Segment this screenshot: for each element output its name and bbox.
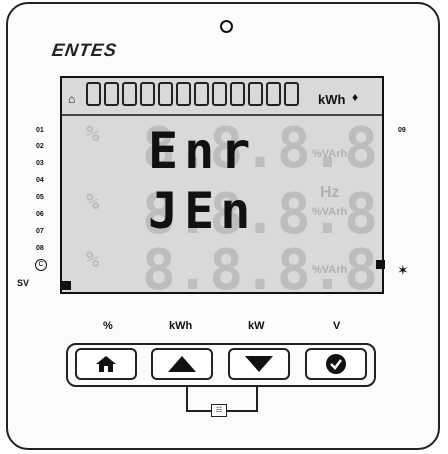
home-indicator-icon: ⌂: [68, 92, 76, 106]
ghost-hz: Hz: [320, 184, 340, 201]
key-label-kwh: kWh: [169, 320, 193, 332]
ghost-percent: %: [86, 122, 100, 147]
segment-cell: [176, 82, 191, 106]
segment-cell: [104, 82, 119, 106]
status-led: [220, 20, 233, 33]
display-line-1: Enr: [148, 122, 257, 180]
segment-cell: [122, 82, 137, 106]
row-label-03: 03: [36, 160, 44, 167]
segment-cell: [194, 82, 209, 106]
fan-icon: ✶: [397, 262, 409, 278]
top-unit-indicator: kWh: [318, 92, 346, 107]
down-button[interactable]: [228, 348, 290, 380]
segment-cell: [212, 82, 227, 106]
c-indicator-icon: C: [35, 259, 47, 271]
right-indicator-square: [376, 260, 385, 269]
brand-logo: ENTES: [50, 40, 119, 60]
row-label-05: 05: [36, 194, 44, 201]
arrow-down-icon: [245, 356, 273, 372]
updown-indicator-icon: ♦: [352, 90, 359, 104]
segment-cell: [86, 82, 101, 106]
segment-cell: [266, 82, 281, 106]
top-segment-row: [86, 82, 302, 111]
connector-icon: ☷: [211, 404, 227, 417]
ghost-unit-row2: %VArh: [312, 206, 348, 218]
ghost-percent-3: %: [86, 248, 100, 273]
segment-cell: [158, 82, 173, 106]
ghost-unit-row3: %VArh: [312, 264, 348, 276]
row-label-06: 06: [36, 211, 44, 218]
ghost-percent-2: %: [86, 190, 100, 215]
segment-cell: [284, 82, 299, 106]
row-label-09: 09: [398, 127, 406, 134]
row-label-02: 02: [36, 143, 44, 150]
check-icon: [326, 354, 346, 374]
row-label-01: 01: [36, 127, 44, 134]
ghost-unit-row1: %VArh: [312, 148, 348, 160]
segment-cell: [230, 82, 245, 106]
key-label-kw: kW: [248, 320, 265, 332]
key-label-v: V: [333, 320, 341, 332]
row-label-04: 04: [36, 177, 44, 184]
home-icon: [96, 356, 116, 372]
up-button[interactable]: [151, 348, 213, 380]
row-label-08: 08: [36, 245, 44, 252]
lcd-display: ⌂ kWh ♦ % 8.8.8.8 %VArh % 8.8.8.8 Hz %VA…: [60, 76, 384, 294]
sv-label: SV: [17, 278, 30, 288]
key-label-percent: %: [103, 320, 113, 332]
left-indicator-square: [62, 281, 71, 290]
enter-button[interactable]: [305, 348, 367, 380]
display-line-2: JEn: [148, 182, 257, 240]
segment-cell: [248, 82, 263, 106]
arrow-up-icon: [168, 356, 196, 372]
row-label-07: 07: [36, 228, 44, 235]
segment-cell: [140, 82, 155, 106]
home-button[interactable]: [75, 348, 137, 380]
